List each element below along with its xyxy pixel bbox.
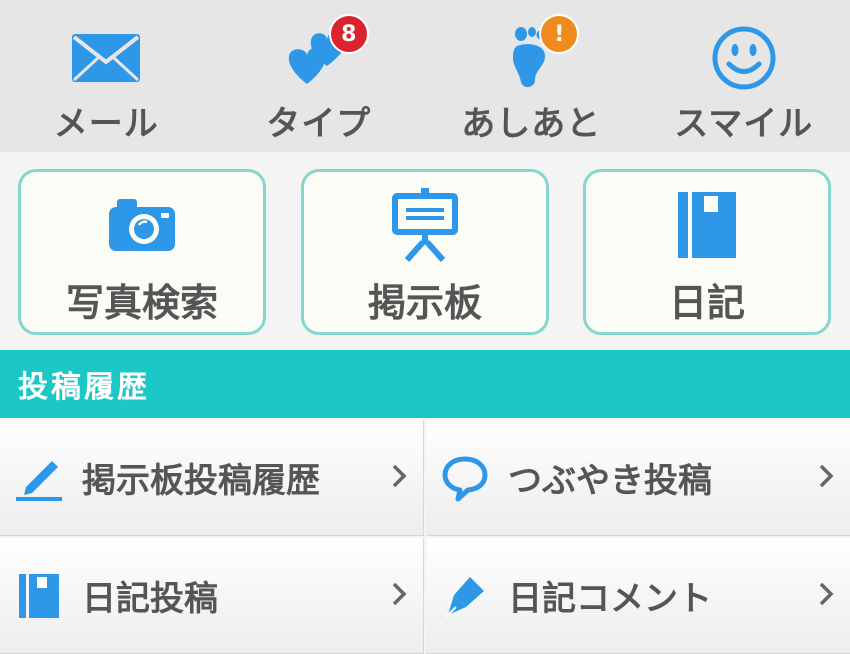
camera-icon bbox=[105, 188, 179, 262]
bulletin-board-button[interactable]: 掲示板 bbox=[301, 169, 549, 335]
photo-search-button[interactable]: 写真検索 bbox=[18, 169, 266, 335]
photo-search-label: 写真検索 bbox=[66, 272, 218, 327]
board-icon bbox=[391, 188, 459, 262]
bulletin-board-label: 掲示板 bbox=[368, 272, 482, 327]
tweet-post-label: つぶやき投稿 bbox=[508, 453, 818, 502]
fountain-pen-icon bbox=[440, 571, 490, 621]
top-nav: メール 8 タイプ ! あしあと bbox=[0, 0, 850, 152]
post-history-list: 掲示板投稿履歴 つぶやき投稿 日記投稿 bbox=[0, 418, 850, 634]
smile-icon bbox=[704, 24, 784, 92]
diary-label: 日記 bbox=[669, 272, 745, 327]
nav-item-smile[interactable]: スマイル bbox=[638, 0, 850, 152]
list-item-board-history[interactable]: 掲示板投稿履歴 bbox=[0, 420, 424, 536]
nav-item-mail[interactable]: メール bbox=[0, 0, 213, 152]
mail-icon bbox=[66, 24, 146, 92]
diary-comment-label: 日記コメント bbox=[508, 571, 818, 620]
diary-post-label: 日記投稿 bbox=[82, 571, 391, 620]
chevron-right-icon bbox=[391, 581, 407, 611]
diary-button[interactable]: 日記 bbox=[583, 169, 831, 335]
chevron-right-icon bbox=[818, 581, 834, 611]
chevron-right-icon bbox=[818, 463, 834, 493]
section-title: 投稿履歴 bbox=[18, 362, 150, 406]
notebook-icon bbox=[14, 571, 64, 621]
list-item-tweet-post[interactable]: つぶやき投稿 bbox=[426, 420, 850, 536]
notebook-icon bbox=[676, 188, 738, 262]
speech-bubble-icon bbox=[440, 453, 490, 503]
nav-label-smile: スマイル bbox=[674, 96, 813, 145]
type-count-badge: 8 bbox=[329, 14, 369, 54]
feature-buttons: 写真検索 掲示板 日記 bbox=[0, 152, 850, 350]
nav-item-footprints[interactable]: ! あしあと bbox=[425, 0, 638, 152]
post-history-header: 投稿履歴 bbox=[0, 350, 850, 418]
pen-icon bbox=[14, 453, 64, 503]
list-item-diary-comment[interactable]: 日記コメント bbox=[426, 538, 850, 654]
chevron-right-icon bbox=[391, 463, 407, 493]
nav-label-mail: メール bbox=[54, 96, 159, 145]
footprint-icon: ! bbox=[491, 24, 571, 92]
board-history-label: 掲示板投稿履歴 bbox=[82, 453, 391, 502]
nav-item-type[interactable]: 8 タイプ bbox=[213, 0, 426, 152]
nav-label-footprints: あしあと bbox=[461, 96, 601, 145]
footprints-alert-badge: ! bbox=[539, 14, 579, 54]
list-item-diary-post[interactable]: 日記投稿 bbox=[0, 538, 424, 654]
hearts-icon: 8 bbox=[279, 24, 359, 92]
nav-label-type: タイプ bbox=[266, 96, 371, 145]
